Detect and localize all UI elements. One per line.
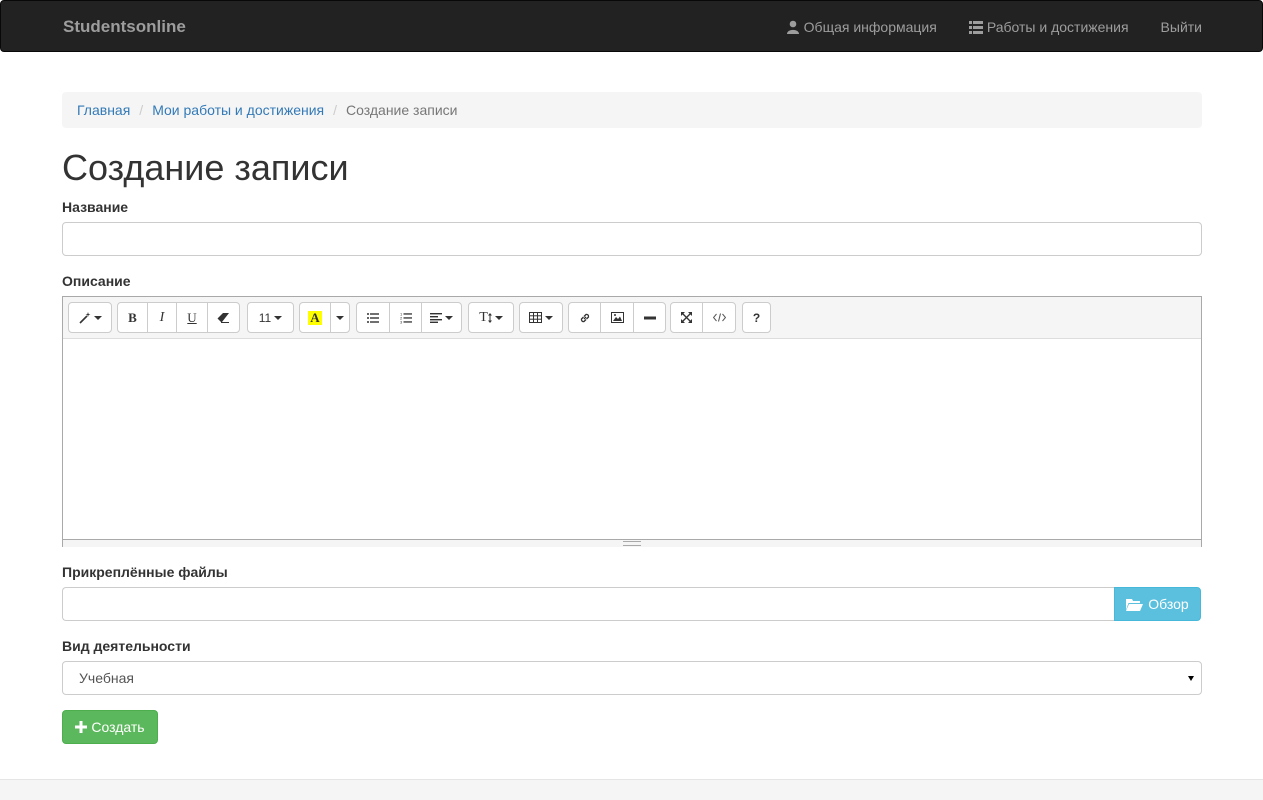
file-path-input[interactable] xyxy=(62,587,1114,621)
breadcrumb: Главная / Мои работы и достижения / Созд… xyxy=(62,92,1202,128)
table-group xyxy=(519,302,563,333)
breadcrumb-separator: / xyxy=(333,102,338,118)
page-title: Создание записи xyxy=(62,147,349,188)
font-size-dropdown[interactable]: 11 xyxy=(247,302,294,333)
table-dropdown[interactable] xyxy=(519,302,563,333)
code-view-icon xyxy=(712,313,726,322)
align-dropdown[interactable] xyxy=(421,302,462,333)
description-label: Описание xyxy=(62,273,131,289)
ordered-list-button[interactable]: 123 xyxy=(389,302,422,333)
nav-link-logout[interactable]: Выйти xyxy=(1161,19,1202,35)
style-dropdown-button[interactable] xyxy=(68,302,112,333)
font-size-group: 11 xyxy=(247,302,294,333)
folder-open-icon xyxy=(1126,598,1144,611)
title-input[interactable] xyxy=(62,222,1202,256)
unordered-list-button[interactable] xyxy=(356,302,390,333)
table-icon xyxy=(529,312,542,323)
editor-content-area[interactable] xyxy=(63,339,1201,539)
color-group: A xyxy=(299,302,350,333)
breadcrumb-current: Создание записи xyxy=(346,102,458,118)
font-style-group: B I U xyxy=(117,302,240,333)
line-height-icon: T xyxy=(479,309,488,325)
nav-link-label: Работы и достижения xyxy=(986,19,1129,35)
help-group: ? xyxy=(742,302,771,333)
view-group xyxy=(670,302,736,333)
resize-grip-icon xyxy=(623,541,641,546)
create-button[interactable]: Создать xyxy=(62,710,158,744)
top-navbar: Studentsonline Общая информация Работы и… xyxy=(0,0,1263,52)
eraser-button[interactable] xyxy=(207,302,240,333)
nav-link-general-info[interactable]: Общая информация xyxy=(786,19,937,35)
picture-icon xyxy=(610,312,624,323)
breadcrumb-my-works[interactable]: Мои работы и достижения xyxy=(152,102,324,118)
fullscreen-icon xyxy=(681,312,692,323)
editor-toolbar: B I U 11 A 123 T ? xyxy=(63,297,1201,339)
chevron-down-icon xyxy=(1188,676,1194,681)
nav-link-works[interactable]: Работы и достижения xyxy=(968,19,1129,35)
highlight-color-button[interactable]: A xyxy=(299,302,331,333)
bold-icon[interactable]: B xyxy=(117,302,148,333)
style-group xyxy=(68,302,112,333)
font-size-value: 11 xyxy=(258,310,272,325)
insert-group xyxy=(568,302,666,333)
italic-icon[interactable]: I xyxy=(147,302,177,333)
line-height-arrows xyxy=(487,312,492,323)
rich-text-editor: B I U 11 A 123 T ? xyxy=(62,296,1202,547)
color-dropdown[interactable] xyxy=(330,302,350,333)
magic-icon xyxy=(78,311,90,324)
highlight-letter-icon: A xyxy=(308,309,322,325)
user-icon xyxy=(786,20,799,34)
activity-select[interactable]: Учебная xyxy=(62,661,1202,695)
help-button[interactable]: ? xyxy=(742,302,771,333)
line-height-group: T xyxy=(468,302,514,333)
page-footer xyxy=(0,779,1263,800)
editor-resize-handle[interactable] xyxy=(63,539,1201,547)
fullscreen-button[interactable] xyxy=(670,302,703,333)
picture-button[interactable] xyxy=(600,302,634,333)
title-label: Название xyxy=(62,199,129,215)
browse-button-label: Обзор xyxy=(1148,596,1189,612)
files-label: Прикреплённые файлы xyxy=(62,564,228,580)
create-button-label: Создать xyxy=(91,719,145,735)
align-icon xyxy=(430,312,442,323)
svg-text:3: 3 xyxy=(400,319,403,324)
nav-link-label: Общая информация xyxy=(803,19,937,35)
line-height-dropdown[interactable]: T xyxy=(468,302,514,333)
activity-label: Вид деятельности xyxy=(62,638,191,654)
underline-icon[interactable]: U xyxy=(176,302,208,333)
horizontal-rule-icon xyxy=(643,316,656,319)
code-view-button[interactable] xyxy=(702,302,736,333)
horizontal-rule-button[interactable] xyxy=(633,302,666,333)
plus-icon xyxy=(75,721,88,733)
activity-selected-value: Учебная xyxy=(79,670,134,686)
eraser-icon xyxy=(217,312,229,323)
link-button[interactable] xyxy=(568,302,601,333)
list-icon xyxy=(968,20,983,34)
brand-link[interactable]: Studentsonline xyxy=(63,17,186,37)
paragraph-group: 123 xyxy=(356,302,462,333)
link-icon xyxy=(580,313,589,322)
browse-button[interactable]: Обзор xyxy=(1114,587,1201,621)
breadcrumb-separator: / xyxy=(139,102,144,118)
breadcrumb-home[interactable]: Главная xyxy=(77,102,130,118)
nav-links: Общая информация Работы и достижения Вый… xyxy=(754,1,1202,53)
unordered-list-icon xyxy=(367,312,379,323)
ordered-list-icon: 123 xyxy=(400,312,412,324)
